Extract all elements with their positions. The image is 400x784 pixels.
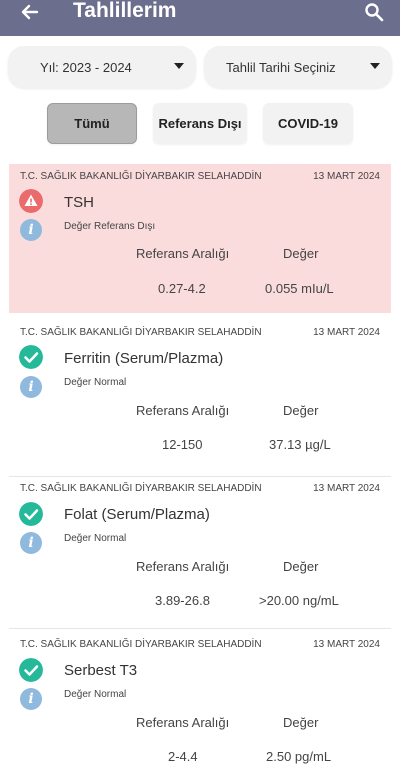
year-select-label: Yıl: 2023 - 2024 [40,59,132,75]
info-icon[interactable]: i [20,219,42,241]
arrow-left-icon [21,4,39,20]
result-card[interactable]: T.C. SAĞLIK BAKANLIĞI DİYARBAKIR SELAHAD… [9,320,391,470]
search-icon [365,3,384,22]
range-header: Referans Aralığı [136,246,230,261]
filter-chips: Tümü Referans Dışı COVID-19 [0,103,400,144]
value-header: Değer [283,715,319,730]
result-value: >20.00 ng/mL [259,593,339,608]
page-title: Tahlillerim [73,0,177,22]
status-text: Değer Normal [64,689,127,700]
warning-icon [19,189,43,213]
result-date: 13 MART 2024 [313,639,380,650]
range-value: 0.27-4.2 [158,281,206,296]
chip-out-of-range[interactable]: Referans Dışı [153,103,247,144]
range-header: Referans Aralığı [136,403,230,418]
range-value: 12-150 [162,437,203,452]
caret-down-icon [370,63,380,69]
test-name: Ferritin (Serum/Plazma) [64,350,224,367]
search-button[interactable] [362,0,386,24]
test-name: Folat (Serum/Plazma) [64,506,210,523]
result-value: 2.50 pg/mL [266,749,332,764]
value-header: Değer [283,559,319,574]
result-date: 13 MART 2024 [313,171,380,182]
divider [9,628,391,629]
check-icon [19,345,43,369]
result-date: 13 MART 2024 [313,327,380,338]
test-name: TSH [64,194,94,211]
range-header: Referans Aralığı [136,715,230,730]
result-card[interactable]: T.C. SAĞLIK BAKANLIĞI DİYARBAKIR SELAHAD… [9,632,391,784]
result-value: 0.055 mIu/L [265,281,334,296]
filters-row: Yıl: 2023 - 2024 Tahlil Tarihi Seçiniz [0,46,400,88]
info-icon[interactable]: i [20,532,42,554]
hospital-name: T.C. SAĞLIK BAKANLIĞI DİYARBAKIR SELAHAD… [20,639,262,650]
date-select-label: Tahlil Tarihi Seçiniz [226,59,336,75]
test-name: Serbest T3 [64,662,138,679]
chip-all[interactable]: Tümü [47,103,137,144]
check-icon [19,502,43,526]
year-select[interactable]: Yıl: 2023 - 2024 [8,46,196,88]
status-text: Değer Referans Dışı [64,221,156,232]
hospital-name: T.C. SAĞLIK BAKANLIĞI DİYARBAKIR SELAHAD… [20,171,262,182]
hospital-name: T.C. SAĞLIK BAKANLIĞI DİYARBAKIR SELAHAD… [20,327,262,338]
app-bar: Tahlillerim [0,0,400,36]
check-icon [19,658,43,682]
result-card[interactable]: T.C. SAĞLIK BAKANLIĞI DİYARBAKIR SELAHAD… [9,164,391,313]
status-text: Değer Normal [64,377,127,388]
result-value: 37.13 µg/L [269,437,331,452]
info-icon[interactable]: i [20,376,42,398]
result-card[interactable]: T.C. SAĞLIK BAKANLIĞI DİYARBAKIR SELAHAD… [9,476,391,626]
date-select[interactable]: Tahlil Tarihi Seçiniz [204,46,392,88]
range-value: 2-4.4 [168,749,198,764]
range-value: 3.89-26.8 [155,593,210,608]
result-date: 13 MART 2024 [313,483,380,494]
value-header: Değer [283,246,319,261]
caret-down-icon [174,63,184,69]
chip-covid[interactable]: COVID-19 [263,103,353,144]
status-text: Değer Normal [64,533,127,544]
back-button[interactable] [16,0,44,24]
hospital-name: T.C. SAĞLIK BAKANLIĞI DİYARBAKIR SELAHAD… [20,483,262,494]
value-header: Değer [283,403,319,418]
range-header: Referans Aralığı [136,559,230,574]
info-icon[interactable]: i [20,688,42,710]
